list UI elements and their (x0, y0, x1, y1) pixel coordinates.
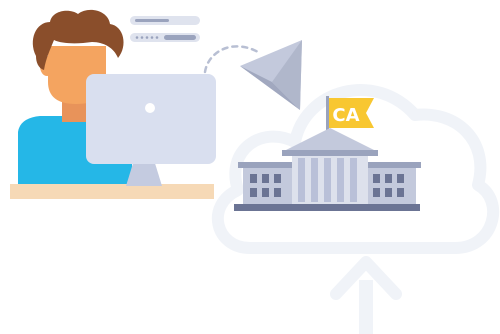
flag-text: CA (332, 105, 359, 126)
upload-arrow-icon (330, 256, 402, 334)
flag-icon: CA (329, 98, 374, 128)
illustration-svg: CA (10, 9, 500, 334)
government-building-icon (234, 96, 421, 211)
status-lines (130, 16, 200, 42)
upload-illustration: CA (0, 0, 500, 334)
paper-plane-icon (240, 40, 302, 110)
